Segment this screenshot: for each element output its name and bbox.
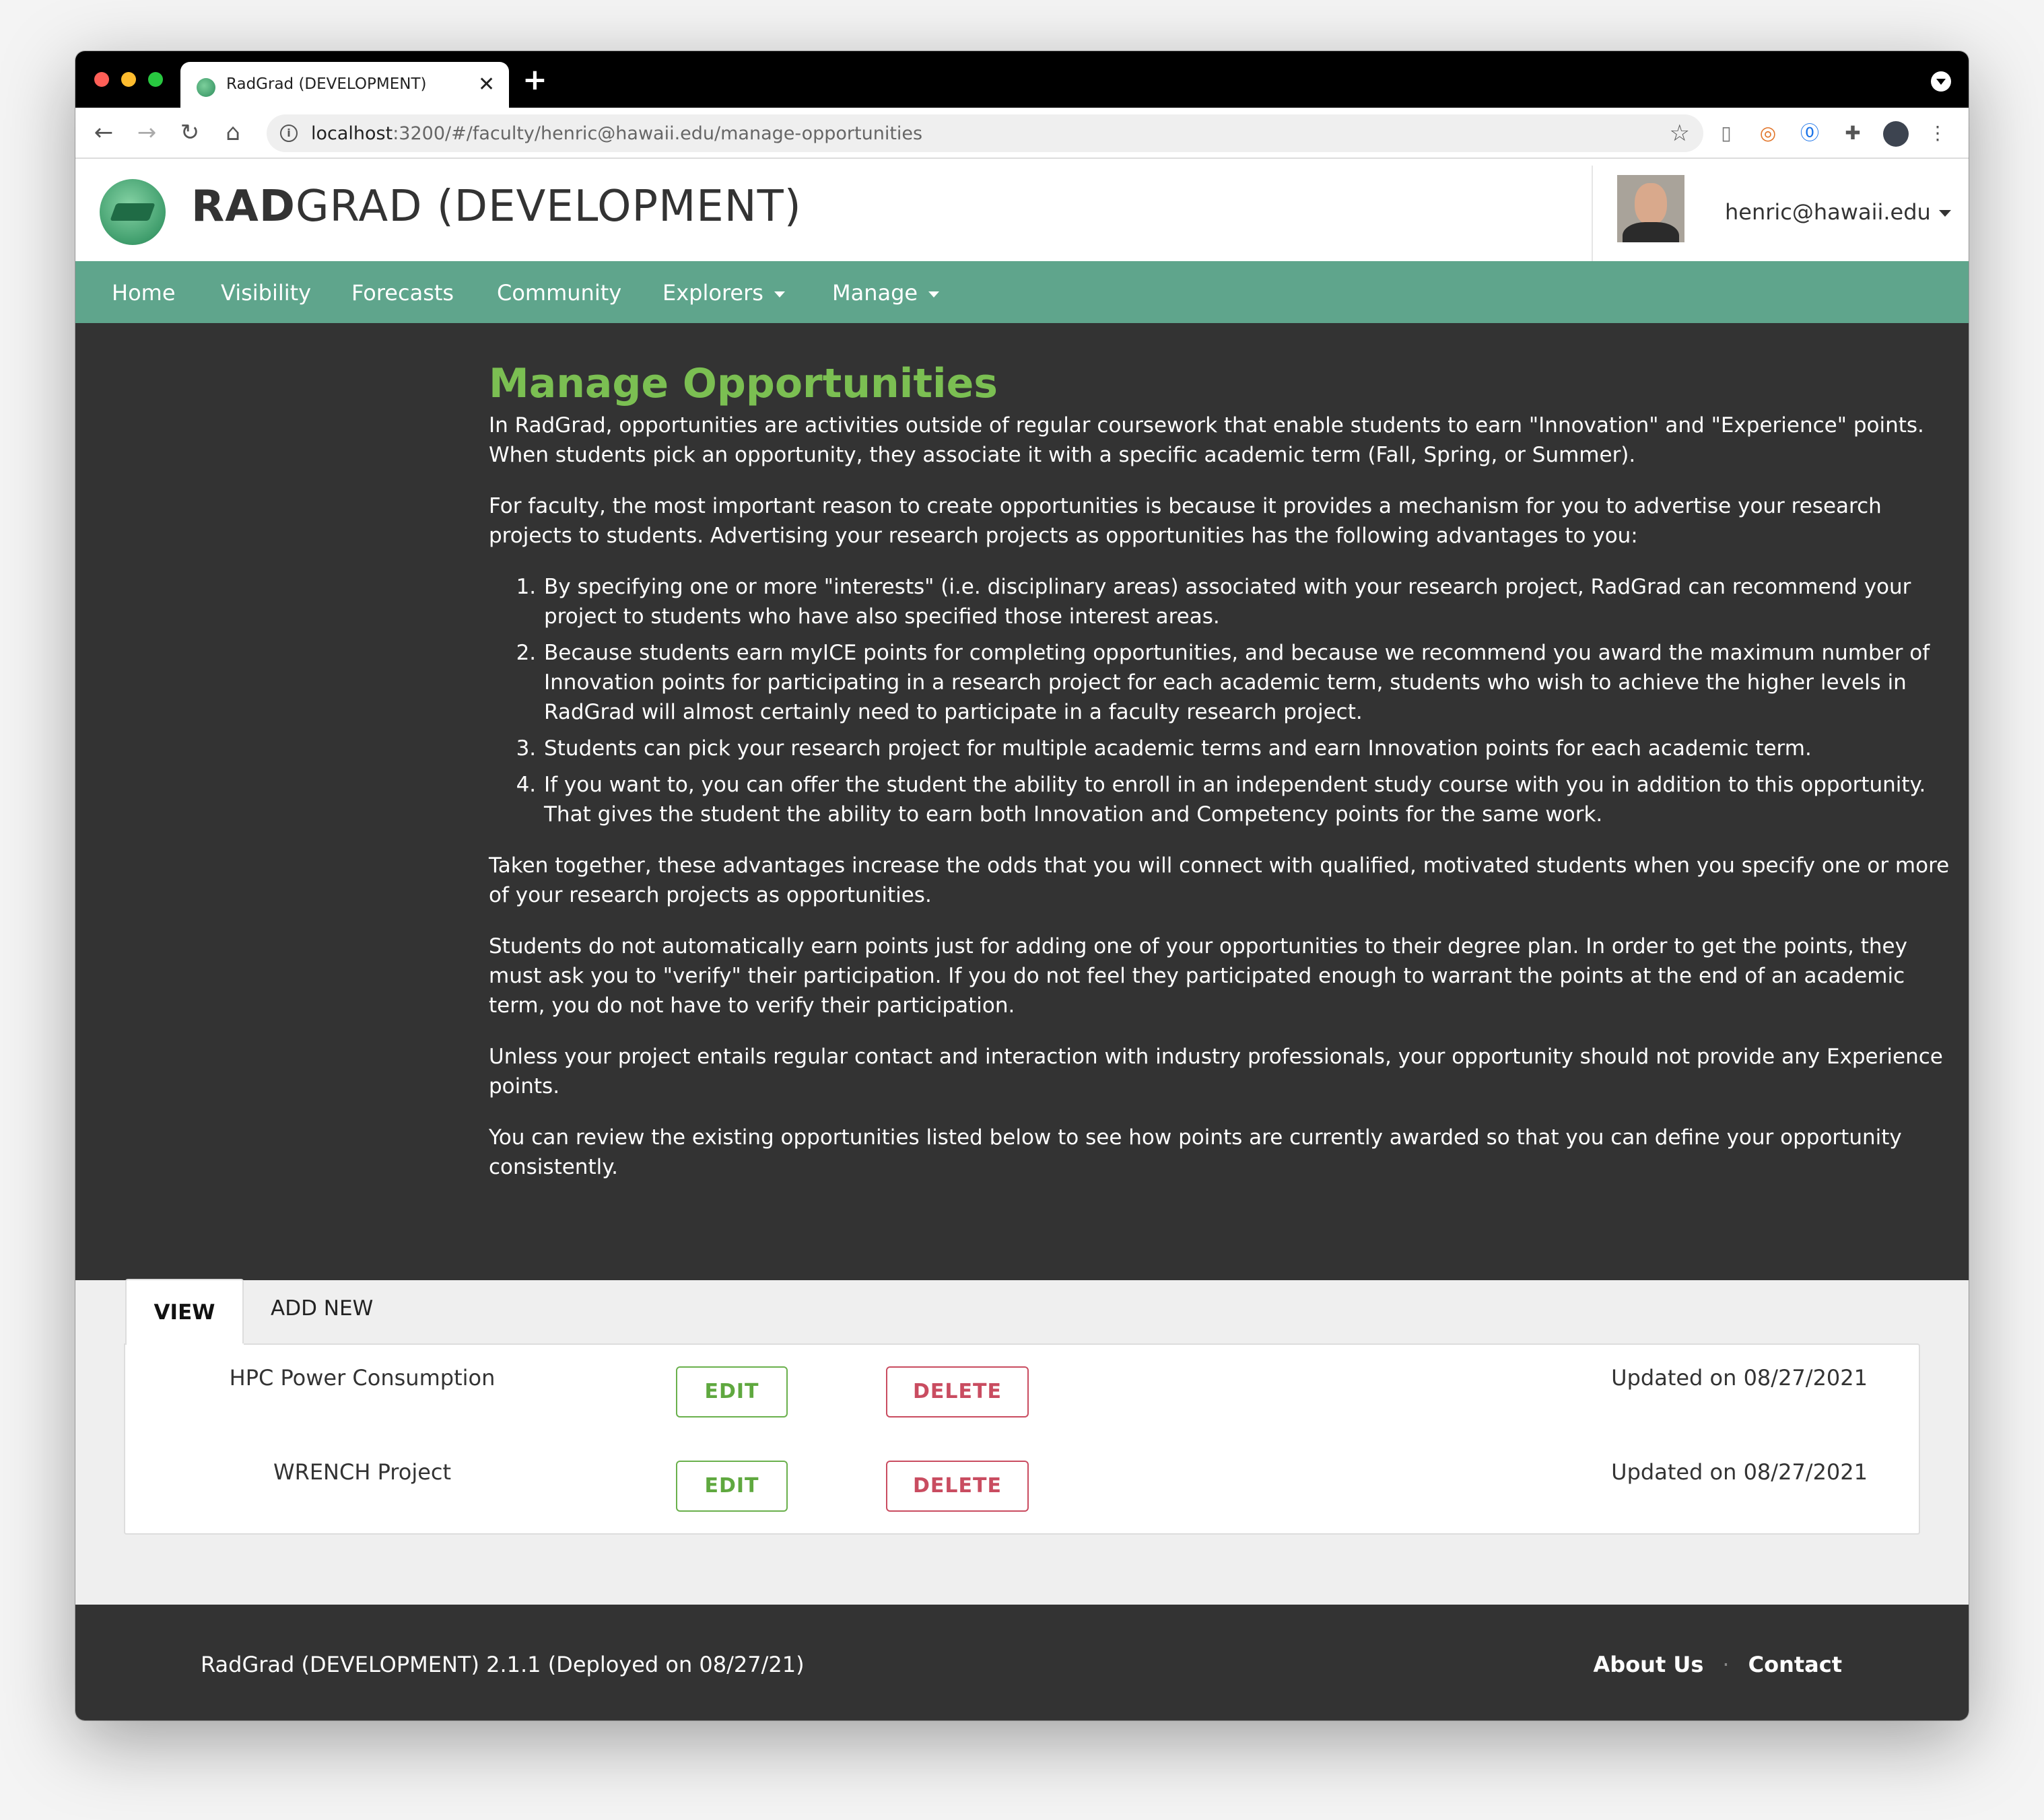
tab-strip: RadGrad (DEVELOPMENT) ✕ + [75, 51, 1969, 108]
extensions-puzzle-icon[interactable]: ✚ [1839, 120, 1866, 147]
close-tab-icon[interactable]: ✕ [478, 71, 495, 98]
app-title[interactable]: RADGRAD (DEVELOPMENT) [191, 182, 802, 232]
contact-link[interactable]: Contact [1748, 1652, 1842, 1677]
tab-search-icon[interactable] [1931, 71, 1951, 92]
nav-home[interactable]: Home [112, 280, 176, 306]
nav-explorers-label: Explorers [662, 280, 763, 306]
back-arrow-icon[interactable]: ← [89, 116, 118, 149]
nav-visibility[interactable]: Visibility [221, 280, 311, 306]
intro-content: Manage Opportunities In RadGrad, opportu… [489, 361, 1956, 1203]
intro-section: Manage Opportunities In RadGrad, opportu… [75, 323, 1969, 1280]
footer-links: About Us · Contact [1594, 1652, 1842, 1677]
user-avatar [1617, 175, 1684, 242]
url-host: localhost [311, 123, 393, 144]
footer: RadGrad (DEVELOPMENT) 2.1.1 (Deployed on… [75, 1605, 1969, 1720]
radgrad-logo-icon[interactable] [100, 179, 166, 245]
updated-date: Updated on 08/27/2021 [1611, 1459, 1868, 1485]
tab-title: RadGrad (DEVELOPMENT) [226, 75, 427, 93]
intro-paragraph-3: Taken together, these advantages increas… [489, 853, 1950, 907]
browser-window: RadGrad (DEVELOPMENT) ✕ + ← → ↻ ⌂ i loca… [75, 51, 1969, 1720]
honey-extension-icon[interactable]: ◎ [1755, 120, 1781, 147]
intro-paragraph-5: Unless your project entails regular cont… [489, 1045, 1943, 1098]
browser-toolbar: ← → ↻ ⌂ i localhost:3200/#/faculty/henri… [75, 108, 1969, 159]
list-item: Because students earn myICE points for c… [543, 638, 1956, 727]
version-info: RadGrad (DEVELOPMENT) 2.1.1 (Deployed on… [201, 1652, 805, 1677]
chevron-down-icon [774, 291, 785, 298]
close-window-button[interactable] [94, 72, 109, 87]
nav-manage[interactable]: Manage [832, 280, 940, 306]
nav-manage-label: Manage [832, 280, 918, 306]
list-item: If you want to, you can offer the studen… [543, 770, 1956, 829]
list-item: WRENCH Project EDIT DELETE Updated on 08… [125, 1439, 1919, 1512]
intro-paragraph-2: For faculty, the most important reason t… [489, 494, 1882, 548]
header-divider [1592, 166, 1593, 264]
opportunity-list: HPC Power Consumption EDIT DELETE Update… [124, 1343, 1920, 1535]
browser-menu-icon[interactable]: ⋮ [1924, 120, 1951, 147]
delete-button[interactable]: DELETE [886, 1461, 1029, 1512]
nav-community[interactable]: Community [497, 280, 621, 306]
document-extension-icon[interactable]: ▯ [1713, 120, 1740, 147]
chevron-down-icon [928, 291, 940, 298]
list-item: By specifying one or more "interests" (i… [543, 572, 1956, 631]
app-header: RADGRAD (DEVELOPMENT) henric@hawaii.edu [75, 159, 1969, 267]
opportunity-name: HPC Power Consumption [229, 1365, 496, 1391]
intro-paragraph-1: In RadGrad, opportunities are activities… [489, 413, 1924, 467]
edit-button[interactable]: EDIT [676, 1461, 788, 1512]
nav-forecasts[interactable]: Forecasts [351, 280, 454, 306]
chevron-down-icon [1938, 210, 1951, 217]
profile-avatar-icon[interactable] [1882, 120, 1909, 147]
separator-dot: · [1722, 1652, 1730, 1677]
browser-tab[interactable]: RadGrad (DEVELOPMENT) ✕ [180, 62, 509, 108]
new-tab-icon[interactable]: + [522, 63, 547, 97]
address-bar[interactable]: i localhost:3200/#/faculty/henric@hawaii… [267, 114, 1703, 152]
list-item: HPC Power Consumption EDIT DELETE Update… [125, 1345, 1919, 1418]
url-path: :3200/#/faculty/henric@hawaii.edu/manage… [393, 123, 923, 144]
radgrad-favicon-icon [197, 78, 215, 97]
minimize-window-button[interactable] [121, 72, 136, 87]
site-info-icon[interactable]: i [280, 125, 298, 142]
maximize-window-button[interactable] [148, 72, 163, 87]
advantages-list: By specifying one or more "interests" (i… [543, 572, 1956, 829]
list-item: Students can pick your research project … [543, 734, 1956, 763]
intro-paragraph-4: Students do not automatically earn point… [489, 934, 1907, 1018]
opportunity-name: WRENCH Project [273, 1459, 452, 1485]
user-menu-dropdown[interactable]: henric@hawaii.edu [1725, 199, 1951, 225]
password-extension-icon[interactable]: ⓪ [1796, 120, 1823, 147]
nav-explorers[interactable]: Explorers [662, 280, 785, 306]
home-icon[interactable]: ⌂ [218, 116, 248, 149]
tab-add-new[interactable]: ADD NEW [271, 1296, 373, 1321]
page-title: Manage Opportunities [489, 360, 998, 407]
bookmark-star-icon[interactable]: ☆ [1670, 118, 1690, 148]
url-text: localhost:3200/#/faculty/henric@hawaii.e… [311, 123, 922, 144]
edit-button[interactable]: EDIT [676, 1366, 788, 1418]
user-email: henric@hawaii.edu [1725, 199, 1931, 225]
reload-icon[interactable]: ↻ [175, 116, 205, 149]
intro-paragraph-6: You can review the existing opportunitie… [489, 1125, 1902, 1179]
app-title-rest: GRAD (DEVELOPMENT) [295, 182, 802, 232]
delete-button[interactable]: DELETE [886, 1366, 1029, 1418]
about-us-link[interactable]: About Us [1594, 1652, 1704, 1677]
app-title-bold: RAD [191, 182, 296, 232]
main-nav: Home Visibility Forecasts Community Expl… [75, 261, 1969, 323]
tab-view[interactable]: VIEW [125, 1279, 244, 1345]
updated-date: Updated on 08/27/2021 [1611, 1365, 1868, 1391]
forward-arrow-icon[interactable]: → [132, 116, 162, 149]
